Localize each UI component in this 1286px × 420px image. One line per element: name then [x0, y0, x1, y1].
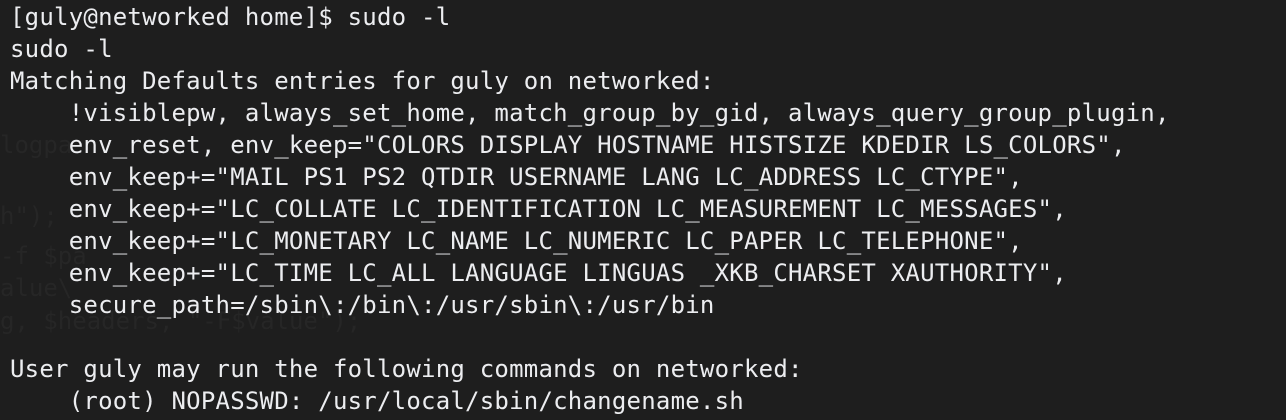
echoed-command-line: sudo -l	[10, 35, 113, 63]
output-line: env_reset, env_keep="COLORS DISPLAY HOST…	[10, 131, 1126, 159]
prompt-command-line: [guly@networked home]$ sudo -l	[10, 3, 451, 31]
output-line: !visiblepw, always_set_home, match_group…	[10, 99, 1170, 127]
output-header-line: User guly may run the following commands…	[10, 355, 803, 383]
output-line: env_keep+="LC_COLLATE LC_IDENTIFICATION …	[10, 195, 1067, 223]
output-line: env_keep+="LC_MONETARY LC_NAME LC_NUMERI…	[10, 227, 1023, 255]
terminal-window[interactable]: logpa h"); -f $pa alue\ g, $headers, "-F…	[0, 0, 1286, 420]
output-line: env_keep+="MAIL PS1 PS2 QTDIR USERNAME L…	[10, 163, 1023, 191]
output-line: env_keep+="LC_TIME LC_ALL LANGUAGE LINGU…	[10, 259, 1067, 287]
output-line: secure_path=/sbin\:/bin\:/usr/sbin\:/usr…	[10, 291, 715, 319]
output-header-line: Matching Defaults entries for guly on ne…	[10, 67, 715, 95]
output-line: (root) NOPASSWD: /usr/local/sbin/changen…	[10, 387, 744, 415]
